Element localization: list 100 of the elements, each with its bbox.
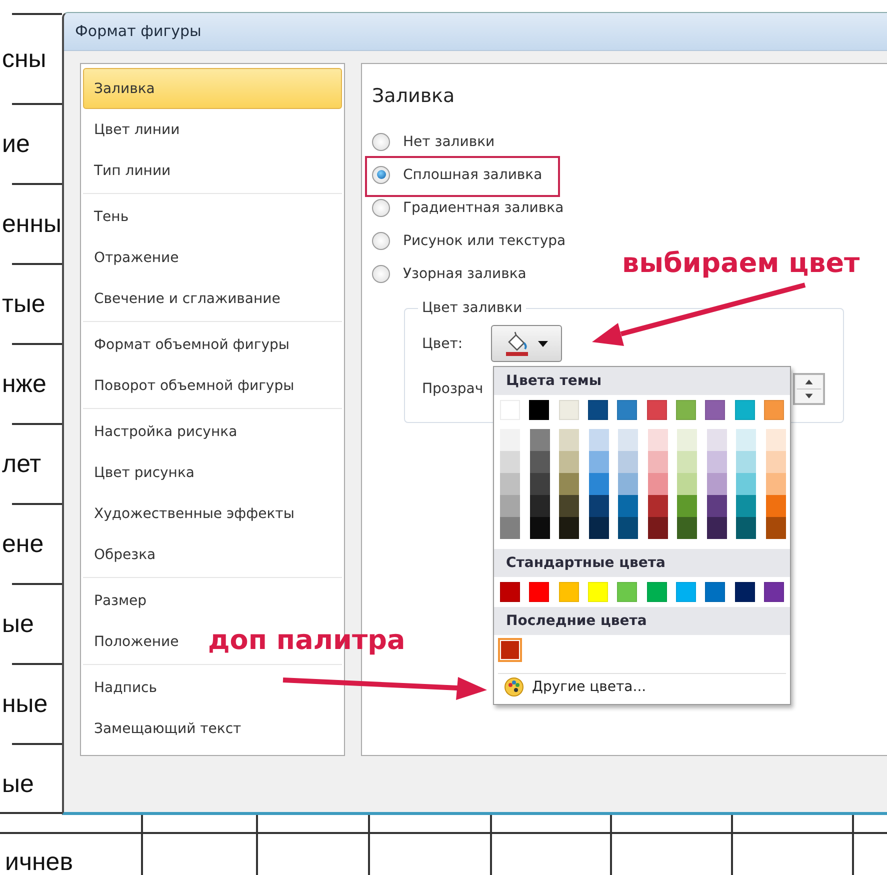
radio-label[interactable]: Градиентная заливка (403, 200, 564, 216)
color-swatch[interactable] (530, 451, 550, 473)
radio-button[interactable] (372, 264, 390, 282)
color-swatch[interactable] (677, 429, 697, 451)
color-swatch[interactable] (588, 517, 608, 539)
color-swatch[interactable] (500, 517, 520, 539)
category-item[interactable]: Положение (83, 621, 203, 662)
palette-icon (504, 677, 524, 697)
color-swatch[interactable] (559, 517, 579, 539)
annotation-text: выбираем цвет (622, 248, 860, 279)
color-swatch[interactable] (648, 517, 668, 539)
category-item[interactable]: Надпись (83, 667, 203, 708)
color-swatch[interactable] (677, 495, 697, 517)
color-swatch[interactable] (618, 517, 638, 539)
color-swatch[interactable] (677, 473, 697, 495)
color-swatch[interactable] (559, 451, 579, 473)
annotation-text: доп палитра (208, 625, 406, 656)
color-swatch[interactable] (559, 495, 579, 517)
color-swatch[interactable] (559, 473, 579, 495)
category-item[interactable]: Тип линии (83, 150, 203, 191)
spin-button[interactable] (793, 373, 825, 405)
color-swatch[interactable] (736, 517, 756, 539)
color-swatch[interactable] (648, 495, 668, 517)
color-swatch[interactable] (500, 429, 520, 451)
color-swatch[interactable] (766, 429, 786, 451)
color-swatch[interactable] (706, 517, 726, 539)
section-header: Цвета темы (494, 367, 790, 395)
color-swatch[interactable] (736, 495, 756, 517)
color-swatch[interactable] (736, 473, 756, 495)
color-swatch[interactable] (618, 451, 638, 473)
color-swatch[interactable] (736, 451, 756, 473)
category-item[interactable]: Тень (83, 196, 203, 237)
color-swatch[interactable] (530, 429, 550, 451)
radio-button[interactable] (372, 232, 390, 250)
category-item[interactable]: Замещающий текст (83, 708, 242, 749)
color-swatch[interactable] (530, 495, 550, 517)
section-header: Последние цвета (494, 607, 790, 635)
color-swatch[interactable] (588, 429, 608, 451)
color-swatch[interactable] (500, 451, 520, 473)
color-swatch[interactable] (766, 495, 786, 517)
table-row-label: ие (2, 130, 30, 158)
table-row-label: ые (2, 610, 34, 638)
color-swatch[interactable] (530, 517, 550, 539)
color-swatch[interactable] (706, 429, 726, 451)
radio-label[interactable]: Рисунок или текстура (403, 232, 566, 248)
color-swatch[interactable] (618, 429, 638, 451)
color-swatch[interactable] (588, 451, 608, 473)
color-swatch[interactable] (588, 495, 608, 517)
color-swatch[interactable] (766, 517, 786, 539)
color-swatch[interactable] (706, 451, 726, 473)
table-row-label: ые (2, 770, 34, 798)
field-label: Цвет: (422, 336, 463, 352)
color-swatch[interactable] (766, 473, 786, 495)
color-swatch[interactable] (588, 473, 608, 495)
table-row-label: сны (2, 44, 46, 74)
color-swatch[interactable] (618, 473, 638, 495)
color-swatch[interactable] (677, 517, 697, 539)
color-swatch[interactable] (766, 451, 786, 473)
table-row-label: лет (2, 450, 42, 478)
color-picker-button[interactable] (490, 325, 562, 362)
field-label: Прозрач (422, 381, 484, 397)
color-swatch[interactable] (648, 473, 668, 495)
radio-label[interactable]: Сплошная заливка (403, 166, 542, 182)
color-swatch[interactable] (677, 451, 697, 473)
table-row-label: ичнев (5, 848, 74, 875)
color-swatch[interactable] (618, 495, 638, 517)
color-swatch[interactable] (500, 473, 520, 495)
radio-label[interactable]: Узорная заливка (403, 266, 526, 282)
color-swatch[interactable] (736, 429, 756, 451)
category-item[interactable]: Формат объемной фигуры (83, 324, 290, 365)
radio-button[interactable] (372, 166, 390, 184)
color-swatch[interactable] (530, 473, 550, 495)
color-swatch[interactable] (498, 638, 522, 662)
color-swatch[interactable] (648, 451, 668, 473)
category-item[interactable]: Цвет линии (83, 109, 203, 150)
category-item[interactable]: Поворот объемной фигуры (83, 365, 296, 406)
group-legend: Цвет заливки (418, 300, 526, 316)
category-item[interactable]: Свечение и сглаживание (83, 278, 282, 319)
section-header: Стандартные цвета (494, 549, 790, 577)
caret-icon (538, 340, 548, 346)
category-item[interactable]: Размер (83, 580, 203, 621)
color-swatch[interactable] (706, 495, 726, 517)
table-row-label: ные (2, 690, 48, 718)
radio-button[interactable] (372, 198, 390, 216)
category-item[interactable]: Отражение (83, 237, 203, 278)
radio-button[interactable] (372, 132, 390, 150)
radio-label[interactable]: Нет заливки (403, 134, 495, 150)
color-swatch[interactable] (706, 473, 726, 495)
category-item[interactable]: Обрезка (83, 534, 203, 575)
table-row-label: нже (2, 370, 46, 398)
category-item[interactable]: Заливка (83, 68, 342, 109)
color-swatch[interactable] (648, 429, 668, 451)
more-colors-item[interactable]: Другие цвета... (498, 673, 786, 700)
table-row-label: тые (2, 290, 46, 318)
color-swatch[interactable] (500, 495, 520, 517)
category-item[interactable]: Настройка рисунка (83, 411, 238, 452)
category-item[interactable]: Цвет рисунка (83, 452, 203, 493)
category-item[interactable]: Художественные эффекты (83, 493, 296, 534)
color-swatch[interactable] (559, 429, 579, 451)
table-row-label: ене (2, 530, 44, 558)
